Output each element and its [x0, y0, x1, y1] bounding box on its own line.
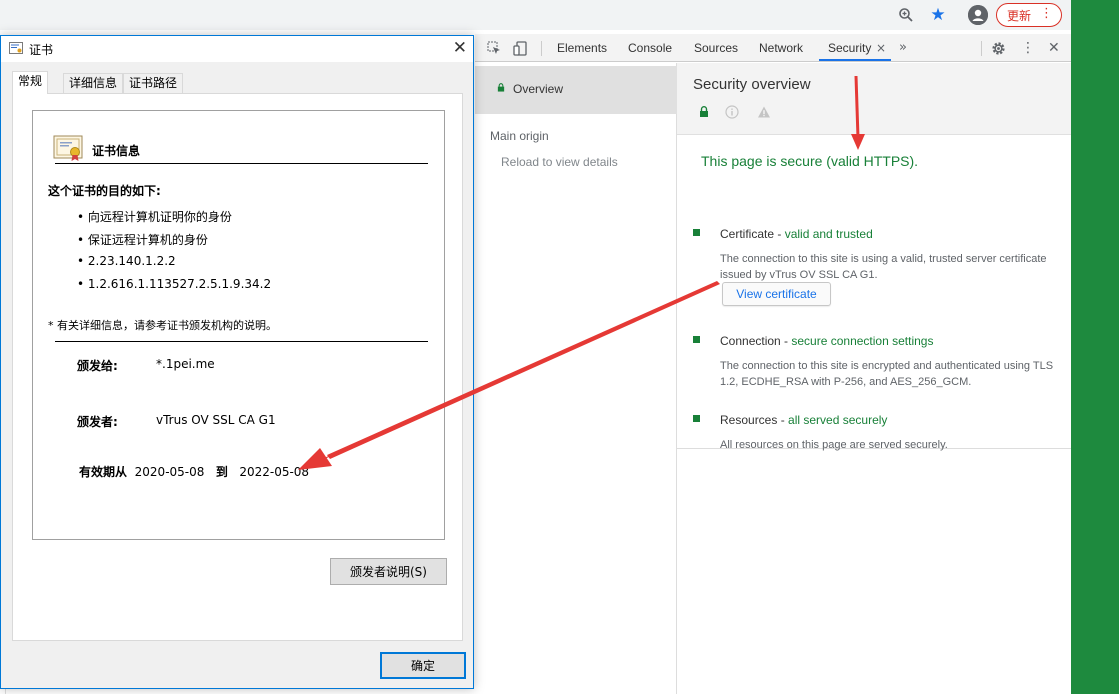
security-overview-panel: Security overview This page is secure (v… [677, 63, 1071, 694]
certificate-description: The connection to this site is using a v… [720, 253, 1047, 281]
update-label: 更新 [1007, 8, 1032, 23]
devtools-toolbar: Elements Console Sources Network Securit… [475, 34, 1071, 62]
sidebar-item-label: Overview [513, 82, 564, 96]
tab-security[interactable]: Security [828, 34, 871, 62]
browser-toolbar: ★ 更新 ⋮ [0, 0, 1071, 30]
certificate-status: valid and trusted [784, 227, 873, 241]
account-avatar-icon[interactable] [968, 5, 988, 25]
valid-to-date: 2022-05-08 [239, 465, 310, 479]
purpose-heading: 这个证书的目的如下: [48, 184, 161, 198]
certificate-row-title: Certificate - valid and trusted [720, 227, 873, 241]
connection-description: The connection to this site is encrypted… [720, 360, 1054, 388]
sidebar-item-overview[interactable]: Overview [475, 66, 677, 114]
tab-sources[interactable]: Sources [694, 34, 738, 62]
issuer-statement-button[interactable]: 颁发者说明(S) [330, 558, 447, 585]
resources-status: all served securely [788, 413, 888, 427]
security-sidebar: Overview Main origin Reload to view deta… [475, 63, 677, 694]
detail-note: * 有关详细信息，请参考证书颁发机构的说明。 [48, 319, 277, 332]
toolbar-divider [981, 41, 982, 56]
purpose-item: • 保证远程计算机的身份 [77, 233, 208, 247]
security-summary: This page is secure (valid HTTPS). Certi… [677, 135, 1071, 451]
zoom-icon[interactable] [896, 5, 916, 25]
lock-icon [497, 83, 505, 92]
tab-details[interactable]: 详细信息 [63, 73, 124, 93]
general-tab-panel: 证书信息 这个证书的目的如下: • 向远程计算机证明你的身份 • 保证远程计算机… [12, 93, 463, 641]
status-bullet [693, 229, 700, 236]
view-certificate-button[interactable]: View certificate [722, 282, 831, 306]
connection-row-title: Connection - secure connection settings [720, 334, 933, 348]
page-title: Security overview [693, 76, 811, 93]
certificate-icon [53, 135, 83, 161]
dialog-title: 证书 [29, 43, 54, 57]
divider [55, 163, 428, 164]
inspect-element-icon[interactable] [487, 34, 501, 62]
connection-label: Connection - [720, 334, 792, 348]
sidebar-section-main-origin: Main origin [490, 129, 549, 143]
valid-to-label: 到 [215, 465, 228, 479]
close-icon[interactable]: ✕ [1048, 34, 1060, 62]
warning-icon [758, 106, 770, 118]
certificate-info-box: 证书信息 这个证书的目的如下: • 向远程计算机证明你的身份 • 保证远程计算机… [32, 110, 445, 540]
divider [55, 341, 428, 342]
tab-network[interactable]: Network [759, 34, 803, 62]
certificate-info-title: 证书信息 [92, 144, 141, 158]
status-bullet [693, 415, 700, 422]
tab-certification-path[interactable]: 证书路径 [123, 73, 184, 93]
certificate-label: Certificate - [720, 227, 785, 241]
tab-elements[interactable]: Elements [557, 34, 607, 62]
status-bullet [693, 336, 700, 343]
secure-status-message: This page is secure (valid HTTPS). [701, 153, 919, 169]
lock-icon [700, 106, 708, 117]
issued-to-value: *.1pei.me [156, 357, 215, 371]
active-tab-indicator [819, 59, 891, 61]
resources-row-title: Resources - all served securely [720, 413, 887, 427]
menu-kebab-icon: ⋮ [1040, 6, 1053, 21]
purpose-item: • 1.2.616.1.113527.2.5.1.9.34.2 [77, 277, 272, 291]
tab-console[interactable]: Console [628, 34, 672, 62]
valid-from-label: 有效期从 [79, 465, 128, 479]
close-tab-icon[interactable]: × [876, 34, 886, 62]
connection-status: secure connection settings [791, 334, 934, 348]
bookmark-star-icon[interactable]: ★ [928, 5, 948, 25]
issued-by-value: vTrus OV SSL CA G1 [156, 413, 276, 427]
valid-from-date: 2020-05-08 [134, 465, 205, 479]
kebab-menu-icon[interactable]: ⋮ [1021, 34, 1035, 62]
resources-description: All resources on this page are served se… [720, 439, 948, 451]
issued-to-label: 颁发给: [77, 359, 118, 373]
dialog-titlebar: 证书 ✕ [1, 36, 473, 62]
ok-button[interactable]: 确定 [380, 652, 466, 679]
info-icon [725, 105, 739, 119]
purpose-item: • 向远程计算机证明你的身份 [77, 210, 232, 224]
security-header: Security overview [677, 63, 1071, 135]
gear-icon[interactable] [991, 34, 1006, 62]
certificate-dialog: 证书 ✕ 常规 详细信息 证书路径 证书信息 这个证书的目的如下: • 向远程计… [0, 35, 474, 689]
close-icon[interactable]: ✕ [453, 38, 467, 58]
update-button[interactable]: 更新 ⋮ [996, 3, 1062, 27]
toolbar-divider [541, 41, 542, 56]
devtools-panel: Elements Console Sources Network Securit… [475, 30, 1071, 694]
background-window-strip [1071, 0, 1119, 694]
resources-label: Resources - [720, 413, 789, 427]
sidebar-item-reload[interactable]: Reload to view details [501, 155, 618, 169]
certificate-icon [9, 42, 23, 54]
more-tabs-icon[interactable]: » [899, 34, 907, 62]
issued-by-label: 颁发者: [77, 415, 118, 429]
purpose-item: • 2.23.140.1.2.2 [77, 254, 176, 268]
tab-general[interactable]: 常规 [12, 71, 49, 94]
validity-period: 有效期从 2020-05-08 到 2022-05-08 [79, 463, 309, 480]
device-toolbar-icon[interactable] [513, 34, 527, 62]
